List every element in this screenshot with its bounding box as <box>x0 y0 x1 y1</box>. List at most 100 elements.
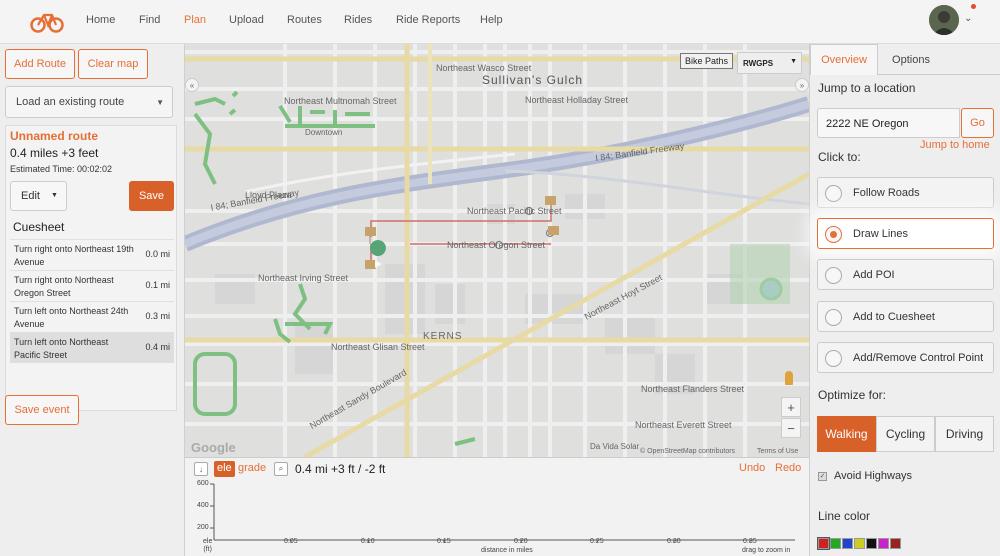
cue-row[interactable]: Turn left onto Northeast Pacific Street … <box>10 332 174 363</box>
cue-distance: 0.0 mi <box>145 249 170 259</box>
jump-home-link[interactable]: Jump to home <box>920 139 990 151</box>
add-route-button[interactable]: Add Route <box>5 49 75 79</box>
collapse-right-icon[interactable]: » <box>795 78 809 92</box>
nav-routes[interactable]: Routes <box>287 14 322 26</box>
caret-down-icon: ▼ <box>156 98 164 107</box>
nav-ride-reports[interactable]: Ride Reports <box>396 14 460 26</box>
cue-row[interactable]: Turn left onto Northeast 24th Avenue 0.3… <box>10 301 174 332</box>
avatar[interactable] <box>929 5 959 35</box>
tab-options[interactable]: Options <box>878 44 944 75</box>
terms-link[interactable]: Terms of Use <box>757 448 798 455</box>
map-label: Northeast Pacific Street <box>467 206 562 216</box>
color-swatch[interactable] <box>866 538 877 549</box>
cue-distance: 0.3 mi <box>145 311 170 321</box>
tab-divider <box>878 74 1000 75</box>
option-follow-roads[interactable]: Follow Roads <box>817 177 994 208</box>
save-button[interactable]: Save <box>129 181 174 211</box>
optimize-driving[interactable]: Driving <box>935 416 994 452</box>
x-tick: 0.30 <box>667 538 681 545</box>
edit-dropdown[interactable]: Edit ▼ <box>10 181 67 211</box>
nav-rides[interactable]: Rides <box>344 14 372 26</box>
cue-text: Turn left onto Northeast Pacific Street <box>14 337 109 360</box>
cue-distance: 0.1 mi <box>145 280 170 290</box>
optimize-walking[interactable]: Walking <box>817 416 876 452</box>
nav-plan[interactable]: Plan <box>184 14 206 26</box>
option-add-to-cuesheet[interactable]: Add to Cuesheet <box>817 301 994 332</box>
radio-icon <box>825 185 842 202</box>
map-label: KERNS <box>423 331 463 342</box>
color-swatch[interactable] <box>817 537 830 550</box>
color-swatch[interactable] <box>842 538 853 549</box>
clear-map-button[interactable]: Clear map <box>78 49 148 79</box>
line-color-swatches <box>817 537 901 550</box>
radio-icon <box>825 309 842 326</box>
chevron-down-icon[interactable]: ⌄ <box>964 13 972 24</box>
cue-row[interactable]: Turn right onto Northeast 19th Avenue 0.… <box>10 239 174 270</box>
x-tick: 0.35 <box>743 538 757 545</box>
map-label: Downtown <box>305 128 343 137</box>
tab-overview[interactable]: Overview <box>810 44 878 75</box>
x-tick: 0.05 <box>284 538 298 545</box>
color-swatch[interactable] <box>830 538 841 549</box>
cue-row[interactable]: Turn right onto Northeast Oregon Street … <box>10 270 174 301</box>
nav-help[interactable]: Help <box>480 14 503 26</box>
color-swatch[interactable] <box>890 538 901 549</box>
collapse-left-icon[interactable]: « <box>185 78 199 92</box>
map-label: Sullivan's Gulch <box>482 73 583 87</box>
color-swatch[interactable] <box>854 538 865 549</box>
map-label: Northeast Oregon Street <box>447 240 546 250</box>
map-view[interactable]: Northeast Wasco Street Sullivan's Gulch … <box>185 44 809 457</box>
nav-find[interactable]: Find <box>139 14 160 26</box>
load-route-select[interactable]: Load an existing route ▼ <box>5 86 173 118</box>
option-label: Draw Lines <box>853 228 909 240</box>
cue-text: Turn right onto Northeast 19th Avenue <box>14 244 134 267</box>
option-label: Follow Roads <box>853 187 920 199</box>
y-axis-label: ele (ft) <box>203 538 213 553</box>
zoom-in-button[interactable]: + <box>781 397 801 417</box>
cue-distance: 0.4 mi <box>145 342 170 352</box>
option-add-remove-control-point[interactable]: Add/Remove Control Point <box>817 342 994 373</box>
option-add-poi[interactable]: Add POI <box>817 259 994 290</box>
optimize-cycling[interactable]: Cycling <box>876 416 935 452</box>
save-event-button[interactable]: Save event <box>5 395 79 425</box>
route-card: Unnamed route 0.4 miles +3 feet Estimate… <box>5 125 177 411</box>
cue-text: Turn left onto Northeast 24th Avenue <box>14 306 129 329</box>
go-button[interactable]: Go <box>961 108 994 138</box>
option-label: Add to Cuesheet <box>853 311 935 323</box>
nav-upload[interactable]: Upload <box>229 14 264 26</box>
location-input[interactable]: 2222 NE Oregon <box>817 108 960 138</box>
map-layer-select[interactable]: RWGPS ▼ <box>737 52 802 74</box>
map-label: Da Vida Solar <box>590 442 640 451</box>
radio-icon <box>825 267 842 284</box>
zoom-out-button[interactable]: − <box>781 418 801 438</box>
elevation-chart[interactable] <box>185 458 809 556</box>
map-attribution[interactable]: © OpenStreetMap contributors <box>640 448 735 455</box>
x-axis-label: distance in miles <box>481 547 533 554</box>
nav-home[interactable]: Home <box>86 14 115 26</box>
left-panel: Add Route Clear map Load an existing rou… <box>0 44 185 556</box>
map-label: Northeast Wasco Street <box>436 63 532 73</box>
pegman-icon[interactable] <box>785 371 793 385</box>
x-tick: 0.25 <box>590 538 604 545</box>
route-name[interactable]: Unnamed route <box>10 129 98 143</box>
click-to-label: Click to: <box>818 150 861 164</box>
caret-down-icon: ▼ <box>51 192 58 199</box>
cuesheet-title: Cuesheet <box>13 220 65 234</box>
option-draw-lines[interactable]: Draw Lines <box>817 218 994 249</box>
estimated-time: Estimated Time: 00:02:02 <box>10 164 113 174</box>
x-tick: 0.20 <box>514 538 528 545</box>
right-panel: Overview Options Jump to a location 2222… <box>809 44 1000 556</box>
avoid-highways-checkbox[interactable]: ✓ <box>818 472 827 481</box>
cue-text: Turn right onto Northeast Oregon Street <box>14 275 114 298</box>
line-color-label: Line color <box>818 509 871 523</box>
y-tick: 400 <box>197 502 209 509</box>
map-label: Northeast Irving Street <box>258 273 349 283</box>
rwgps-logo[interactable] <box>30 8 64 34</box>
map-label: Northeast Glisan Street <box>331 342 425 352</box>
map-label: Lloyd Plaza <box>245 190 292 200</box>
bike-paths-toggle[interactable]: Bike Paths <box>680 53 734 69</box>
map-label: Northeast Multnomah Street <box>284 96 397 106</box>
load-route-label: Load an existing route <box>16 96 125 108</box>
route-stats: 0.4 miles +3 feet <box>10 146 99 160</box>
color-swatch[interactable] <box>878 538 889 549</box>
